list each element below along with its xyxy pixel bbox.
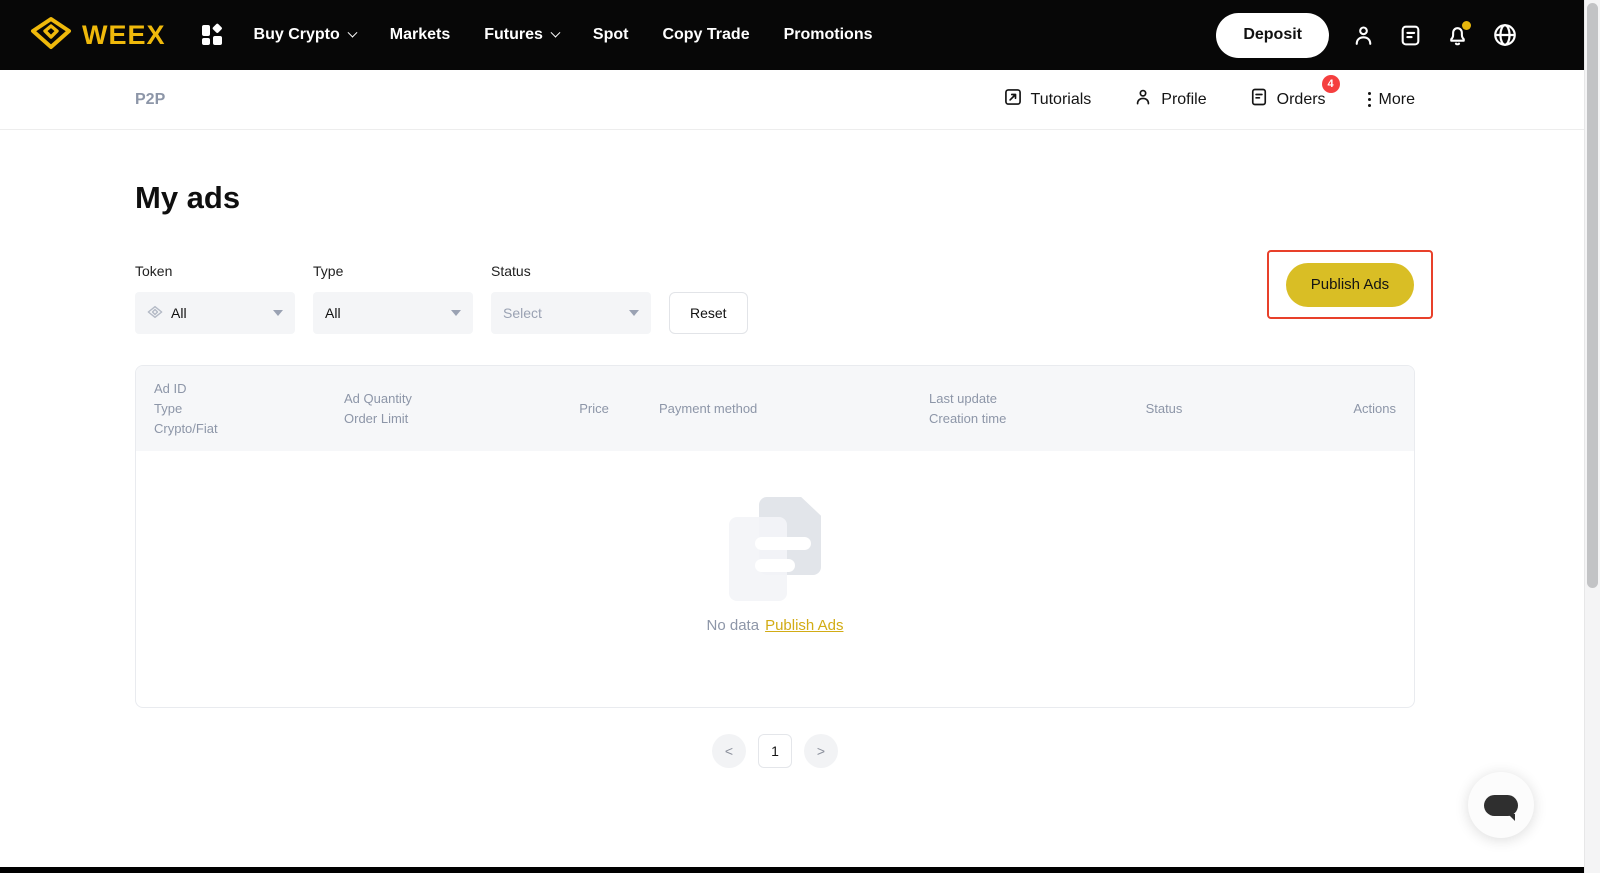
ads-table-header: Ad ID Type Crypto/Fiat Ad Quantity Order… bbox=[136, 366, 1414, 451]
ads-table: Ad ID Type Crypto/Fiat Ad Quantity Order… bbox=[135, 365, 1415, 708]
type-filter-select[interactable]: All bbox=[313, 292, 473, 334]
orders-badge: 4 bbox=[1321, 75, 1340, 93]
notification-dot bbox=[1462, 20, 1471, 30]
pagination: < 1 > bbox=[135, 734, 1415, 768]
type-filter-value: All bbox=[325, 305, 341, 321]
apps-grid-icon[interactable] bbox=[200, 23, 224, 47]
breadcrumb[interactable]: P2P bbox=[135, 91, 165, 109]
p2p-subnav: P2P Tutorials Profile Orders 4 More bbox=[0, 70, 1584, 130]
page-scrollbar[interactable] bbox=[1584, 0, 1600, 873]
token-filter-value: All bbox=[171, 305, 187, 321]
caret-down-icon bbox=[451, 310, 461, 316]
chat-bubble-icon bbox=[1484, 794, 1518, 821]
top-navbar: WEEX Buy Crypto Markets Futures Spot Cop… bbox=[0, 0, 1584, 70]
orders-link[interactable]: Orders 4 bbox=[1249, 75, 1340, 112]
empty-state-text: No data Publish Ads bbox=[707, 617, 844, 634]
page-number[interactable]: 1 bbox=[758, 734, 792, 768]
weex-logo-text: WEEX bbox=[82, 19, 166, 50]
col-last-update: Last update Creation time bbox=[929, 390, 1007, 426]
profile-icon bbox=[1133, 87, 1153, 112]
menu-buy-crypto[interactable]: Buy Crypto bbox=[254, 26, 358, 44]
col-payment-method: Payment method bbox=[659, 400, 758, 416]
footer-edge bbox=[0, 867, 1584, 873]
reset-button[interactable]: Reset bbox=[669, 292, 748, 334]
ads-table-body: No data Publish Ads bbox=[136, 451, 1414, 707]
support-chat-button[interactable] bbox=[1468, 772, 1534, 838]
caret-down-icon bbox=[273, 310, 283, 316]
menu-spot[interactable]: Spot bbox=[593, 26, 629, 44]
status-filter-select[interactable]: Select bbox=[491, 292, 651, 334]
scrollbar-thumb[interactable] bbox=[1587, 3, 1598, 588]
menu-copy-trade[interactable]: Copy Trade bbox=[662, 26, 749, 44]
col-actions: Actions bbox=[1353, 400, 1396, 416]
type-filter-label: Type bbox=[313, 263, 344, 279]
empty-state: No data Publish Ads bbox=[136, 497, 1414, 634]
deposit-button[interactable]: Deposit bbox=[1216, 12, 1329, 58]
status-filter-placeholder: Select bbox=[503, 305, 542, 321]
orders-icon bbox=[1249, 87, 1269, 112]
user-profile-icon[interactable] bbox=[1351, 23, 1376, 48]
weex-logo-icon bbox=[30, 16, 72, 55]
token-filter-group: Token All bbox=[135, 263, 295, 334]
tutorials-link[interactable]: Tutorials bbox=[1003, 87, 1091, 112]
status-filter-label: Status bbox=[491, 263, 531, 279]
type-filter-group: Type All bbox=[313, 263, 473, 334]
topnav-right-group: Deposit bbox=[1216, 12, 1518, 58]
menu-futures[interactable]: Futures bbox=[484, 26, 561, 44]
menu-promotions[interactable]: Promotions bbox=[784, 26, 873, 44]
caret-down-icon bbox=[629, 310, 639, 316]
more-menu[interactable]: More bbox=[1367, 91, 1415, 109]
col-ad-quantity: Ad Quantity Order Limit bbox=[344, 390, 412, 426]
no-data-documents-icon bbox=[729, 497, 821, 601]
notifications-bell-icon[interactable] bbox=[1445, 20, 1471, 48]
publish-ads-button[interactable]: Publish Ads bbox=[1285, 262, 1415, 307]
language-globe-icon[interactable] bbox=[1492, 22, 1518, 48]
main-menu: Buy Crypto Markets Futures Spot Copy Tra… bbox=[254, 26, 873, 44]
col-price: Price bbox=[579, 400, 609, 416]
token-diamond-icon bbox=[147, 305, 163, 322]
menu-markets[interactable]: Markets bbox=[390, 26, 450, 44]
chevron-down-icon bbox=[550, 27, 561, 38]
next-page-button[interactable]: > bbox=[804, 734, 838, 768]
filters-bar: Token All Type All Status Select Reset bbox=[135, 263, 748, 334]
weex-logo[interactable]: WEEX bbox=[30, 16, 166, 55]
tutorials-icon bbox=[1003, 87, 1023, 112]
more-dots-icon bbox=[1367, 92, 1371, 107]
col-status: Status bbox=[1145, 400, 1183, 416]
publish-ads-link[interactable]: Publish Ads bbox=[765, 617, 843, 634]
col-ad-id: Ad ID Type Crypto/Fiat bbox=[154, 380, 218, 436]
page-title: My ads bbox=[135, 180, 241, 215]
status-filter-group: Status Select bbox=[491, 263, 651, 334]
subnav-right-group: Tutorials Profile Orders 4 More bbox=[1003, 75, 1415, 112]
token-filter-label: Token bbox=[135, 263, 173, 279]
no-data-label: No data bbox=[706, 617, 760, 634]
publish-ads-highlight-box: Publish Ads bbox=[1267, 250, 1433, 319]
messages-icon[interactable] bbox=[1398, 23, 1423, 48]
profile-link[interactable]: Profile bbox=[1133, 87, 1207, 112]
chevron-down-icon bbox=[347, 27, 358, 38]
token-filter-select[interactable]: All bbox=[135, 292, 295, 334]
prev-page-button[interactable]: < bbox=[712, 734, 746, 768]
